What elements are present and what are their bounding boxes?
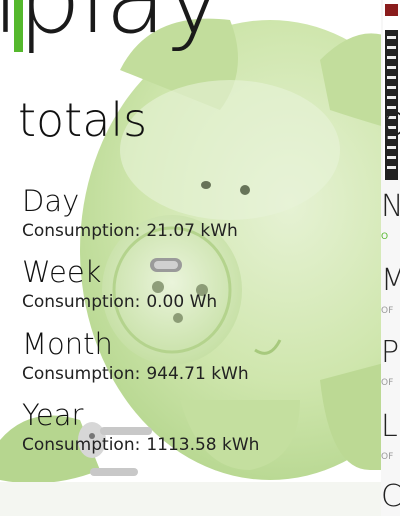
metric-label: Consumption: bbox=[22, 364, 141, 384]
next-panel-thumbnail-image bbox=[383, 0, 400, 180]
period-item-week[interactable]: Week Consumption: 0.00 Wh bbox=[22, 255, 217, 313]
metric-label: Consumption: bbox=[22, 292, 141, 312]
metric-value: 1113.58 kWh bbox=[146, 435, 260, 455]
next-panel-heading: p bbox=[381, 96, 400, 145]
metric-value: 0.00 Wh bbox=[146, 292, 218, 312]
period-item-month[interactable]: Month Consumption: 944.71 kWh bbox=[22, 327, 249, 385]
next-panel-item-sub: OF bbox=[381, 306, 394, 316]
plug-prong bbox=[90, 468, 138, 476]
section-title: totals bbox=[18, 93, 148, 147]
period-label: Week bbox=[22, 255, 102, 289]
metric-label: Consumption: bbox=[22, 435, 141, 455]
period-metric: Consumption: 944.71 kWh bbox=[22, 363, 249, 385]
next-panel-item-letter: L bbox=[381, 409, 398, 444]
period-metric: Consumption: 0.00 Wh bbox=[22, 291, 217, 313]
next-panel-item-sub: OF bbox=[381, 452, 394, 462]
next-panel-item-letter: M bbox=[381, 263, 400, 298]
metric-label: Consumption: bbox=[22, 221, 141, 241]
next-panel-item-letter: P bbox=[381, 335, 400, 370]
next-panel-item-letter: N bbox=[381, 189, 400, 224]
next-panel-item-letter: C bbox=[381, 479, 400, 514]
pig-eye bbox=[240, 185, 250, 195]
period-item-year[interactable]: Year Consumption: 1113.58 kWh bbox=[22, 398, 259, 456]
period-label: Month bbox=[22, 327, 113, 361]
period-metric: Consumption: 21.07 kWh bbox=[22, 220, 238, 242]
app-title-accent-bar bbox=[14, 0, 23, 52]
period-label: Day bbox=[22, 184, 80, 218]
metric-value: 21.07 kWh bbox=[146, 221, 238, 241]
next-panel-item-sub: O bbox=[381, 232, 389, 242]
next-panel-item-sub: OF bbox=[381, 378, 394, 388]
outlet-hole bbox=[173, 313, 183, 323]
period-label: Year bbox=[22, 398, 84, 432]
period-item-day[interactable]: Day Consumption: 21.07 kWh bbox=[22, 184, 238, 242]
metric-value: 944.71 kWh bbox=[146, 364, 249, 384]
period-metric: Consumption: 1113.58 kWh bbox=[22, 434, 259, 456]
app-title: iplay bbox=[0, 0, 224, 48]
